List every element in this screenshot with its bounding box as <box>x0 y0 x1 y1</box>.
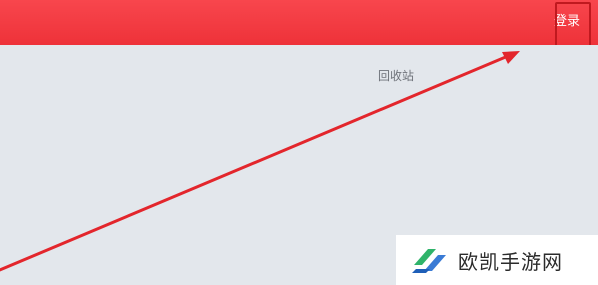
site-logo-icon <box>412 249 446 273</box>
recycle-bin-label[interactable]: 回收站 <box>378 67 414 84</box>
top-header-bar: 登录 <box>0 0 598 45</box>
watermark-text: 欧凯手游网 <box>458 249 563 274</box>
watermark-badge: 欧凯手游网 <box>396 235 598 285</box>
